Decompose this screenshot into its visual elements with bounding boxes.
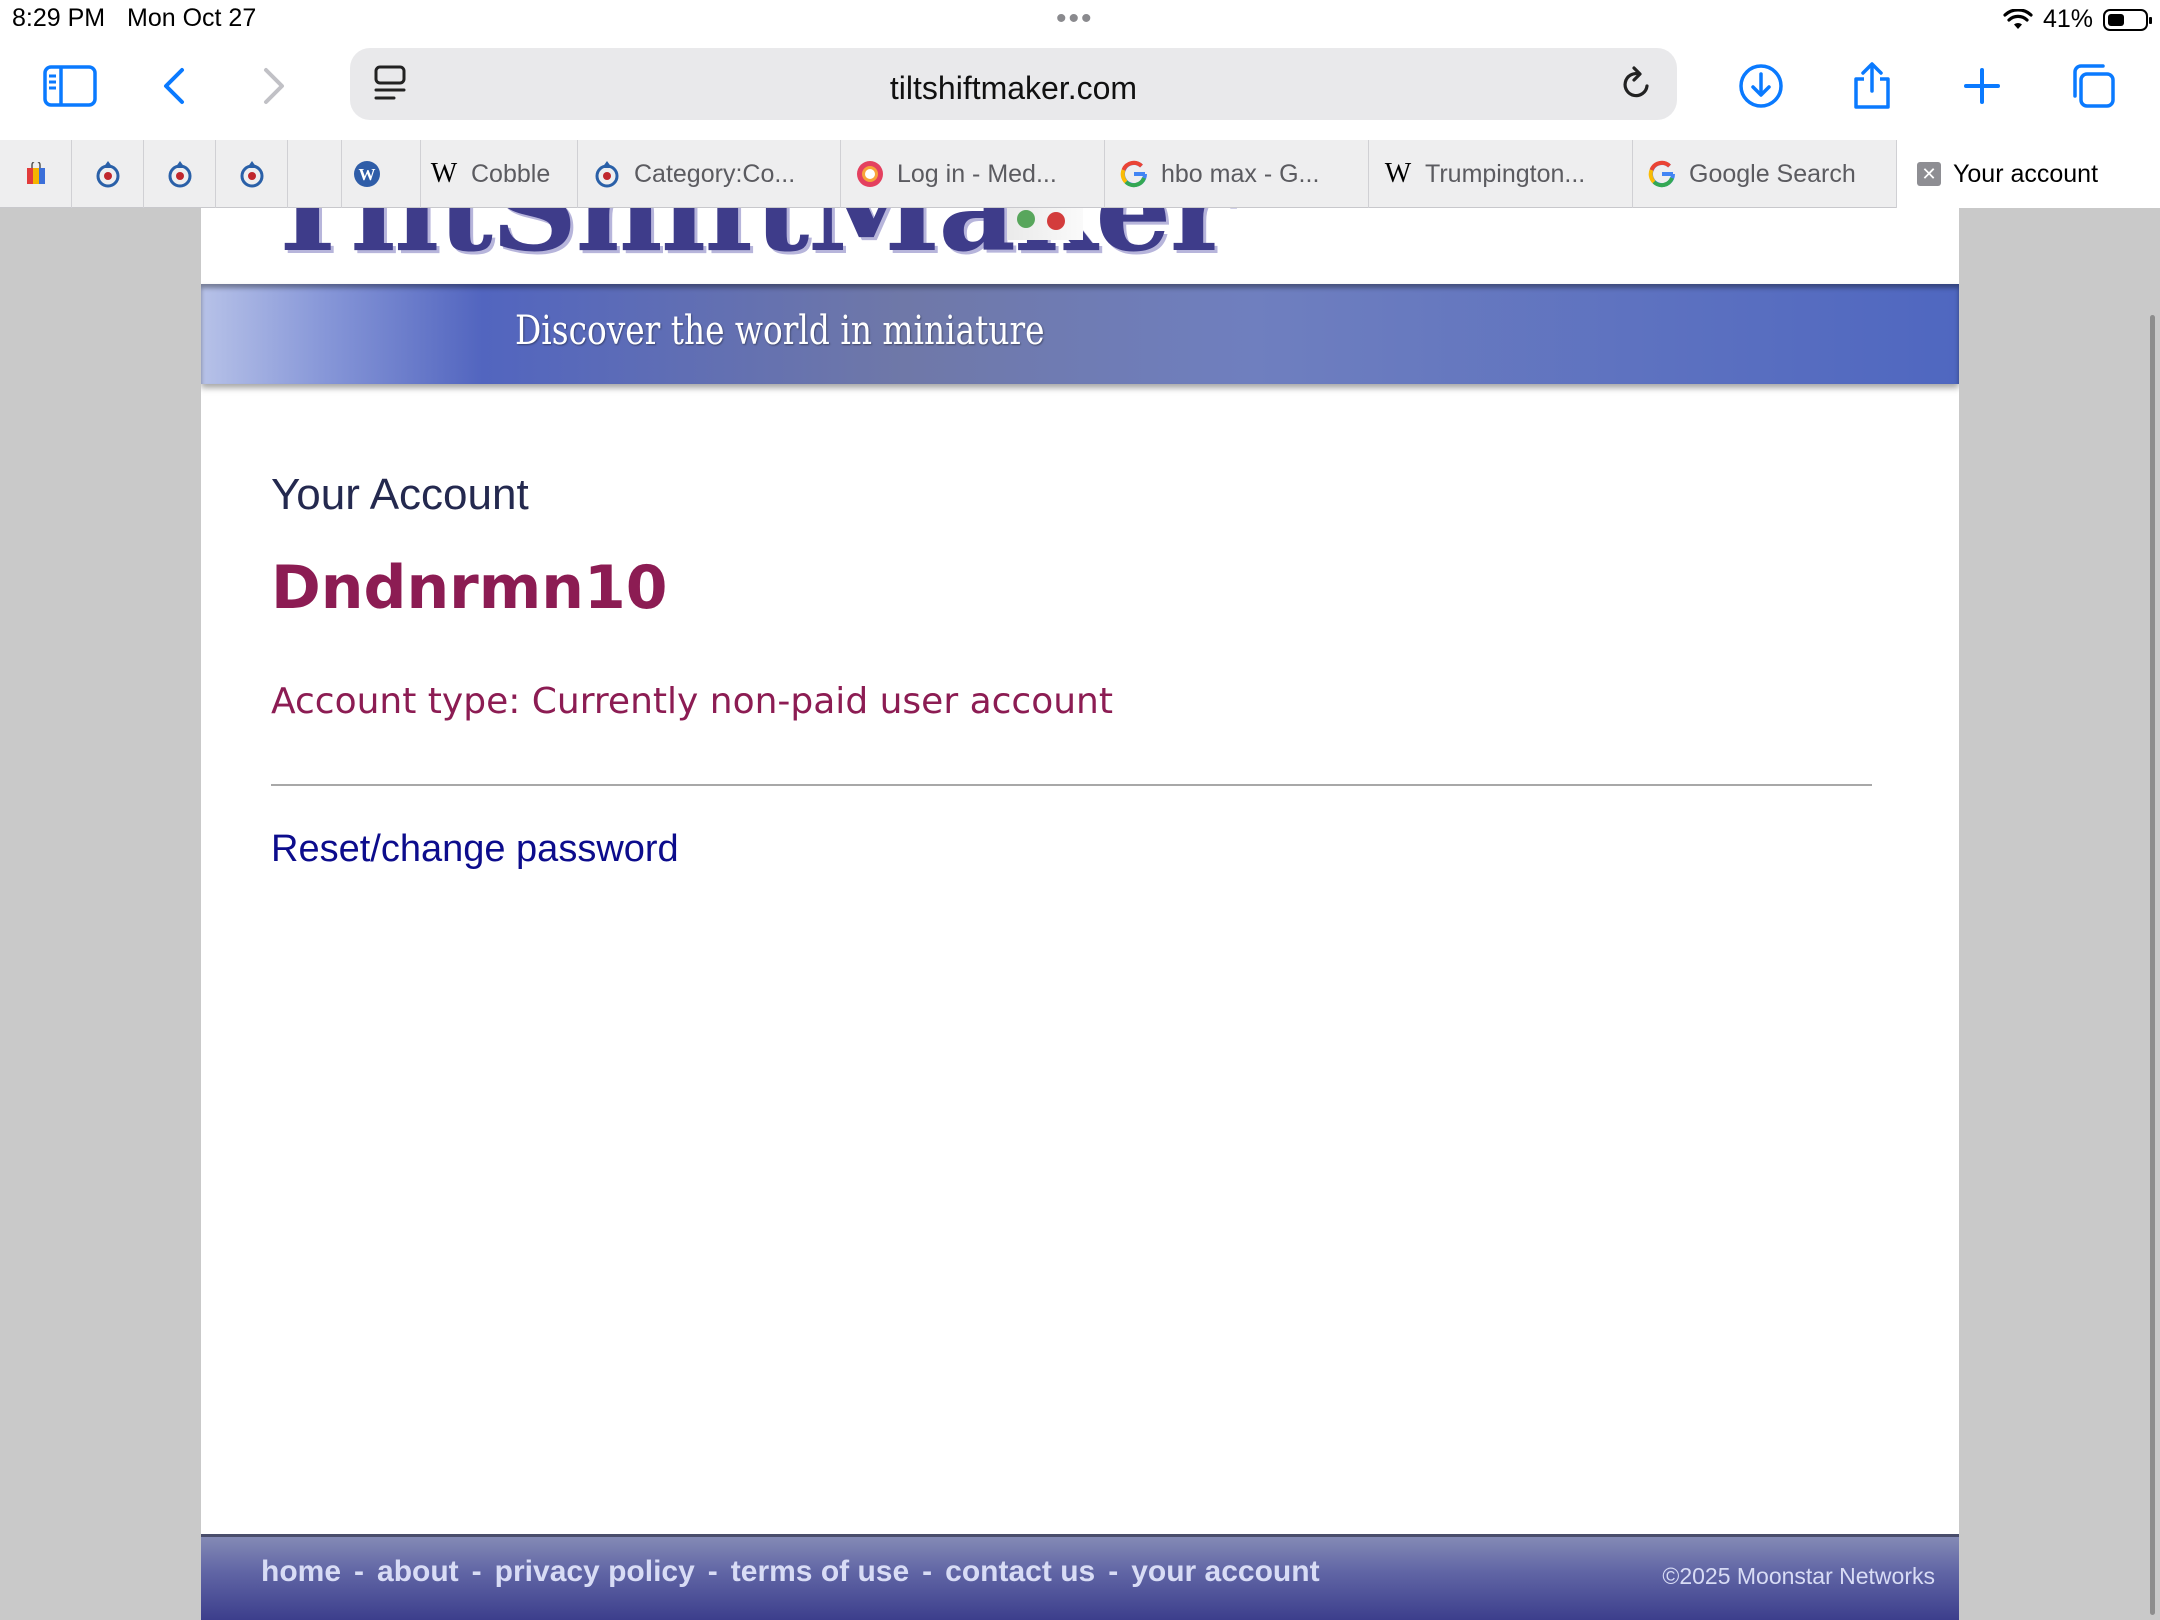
site-footer: home - about - privacy policy - terms of…: [201, 1534, 1959, 1620]
pinned-tab[interactable]: [216, 140, 288, 208]
back-button[interactable]: [142, 54, 206, 118]
account-type: Account type: Currently non-paid user ac…: [271, 681, 1113, 722]
svg-text:W: W: [359, 165, 376, 184]
copyright: ©2025 Moonstar Networks: [1662, 1563, 1935, 1589]
footer-link-your-account[interactable]: your account: [1131, 1555, 1319, 1589]
footer-link-privacy-policy[interactable]: privacy policy: [495, 1555, 695, 1589]
google-icon: [1647, 159, 1677, 189]
wikipedia-icon: W: [430, 158, 458, 189]
page-content: TiltShiftMaker Discover the world in min…: [201, 208, 1959, 1620]
tagline-banner: Discover the world in miniature: [201, 284, 1959, 384]
page-title: Your Account: [271, 470, 529, 519]
medium-icon: [855, 159, 885, 189]
footer-link-about[interactable]: about: [377, 1555, 459, 1589]
status-time: 8:29 PM: [12, 4, 106, 32]
status-date: Mon Oct 27: [127, 4, 257, 32]
divider: [271, 784, 1872, 786]
new-tab-icon[interactable]: [1950, 54, 2014, 118]
tab-bar: W W Cobble Category:Co... Log in - Med..…: [0, 140, 2160, 208]
wikimedia-commons-icon: [592, 159, 622, 189]
shopping-bag-icon: [26, 162, 45, 184]
tab-label: Category:Co...: [634, 159, 796, 188]
status-indicators: 41%: [2003, 5, 2152, 34]
wifi-icon: [2003, 8, 2033, 29]
downloads-icon[interactable]: [1729, 54, 1793, 118]
pinned-tab[interactable]: [72, 140, 144, 208]
forward-button[interactable]: [242, 54, 306, 118]
tab-label: hbo max - G...: [1161, 159, 1320, 188]
footer-link-home[interactable]: home: [261, 1555, 341, 1589]
wikimedia-commons-icon: [240, 161, 263, 188]
wordpress-icon: W: [354, 161, 380, 187]
footer-separator: -: [922, 1555, 933, 1588]
share-icon[interactable]: [1840, 54, 1904, 118]
reload-icon[interactable]: [1619, 64, 1655, 104]
browser-toolbar: tiltshiftmaker.com: [0, 40, 2160, 140]
tab-label: Trumpington...: [1425, 159, 1586, 188]
footer-link-terms-of-use[interactable]: terms of use: [731, 1555, 909, 1589]
pinned-tab[interactable]: W: [342, 140, 392, 208]
chevron-left-icon: [164, 68, 184, 104]
tab-trumpington[interactable]: W Trumpington...: [1369, 140, 1633, 208]
tab-cobble[interactable]: W Cobble: [420, 140, 578, 208]
tab-overview-icon[interactable]: [2061, 54, 2125, 118]
site-header: TiltShiftMaker: [201, 208, 1959, 284]
wikimedia-commons-icon: [168, 161, 191, 188]
tab-label: Log in - Med...: [897, 159, 1057, 188]
address-bar[interactable]: tiltshiftmaker.com: [350, 48, 1677, 120]
reset-password-link[interactable]: Reset/change password: [271, 828, 679, 871]
tab-your-account[interactable]: ✕ Your account: [1897, 140, 2160, 208]
site-tagline: Discover the world in miniature: [515, 308, 1045, 354]
footer-separator: -: [354, 1555, 365, 1588]
multitasking-dots-icon[interactable]: •••: [1056, 4, 1094, 34]
page-margin: [1958, 208, 2160, 1620]
battery-icon: [2103, 8, 2152, 31]
site-logo[interactable]: TiltShiftMaker: [263, 208, 1233, 279]
tab-medium-login[interactable]: Log in - Med...: [841, 140, 1105, 208]
close-icon[interactable]: ✕: [1917, 162, 1941, 186]
chevron-right-icon: [264, 68, 284, 104]
pinned-tab[interactable]: [288, 140, 342, 208]
wikimedia-commons-icon: [96, 161, 119, 188]
url-text[interactable]: tiltshiftmaker.com: [350, 70, 1677, 107]
logo-image: [1007, 208, 1083, 240]
scrollbar[interactable]: [2150, 315, 2155, 1615]
footer-separator: -: [471, 1555, 482, 1588]
tab-google-search[interactable]: Google Search: [1633, 140, 1897, 208]
sidebar-toggle-icon[interactable]: [38, 54, 102, 118]
wikipedia-icon: W: [1384, 158, 1412, 189]
pinned-tab[interactable]: [0, 140, 72, 208]
username: Dndnrmn10: [271, 553, 668, 623]
battery-percent: 41%: [2042, 5, 2093, 33]
footer-separator: -: [1108, 1555, 1119, 1588]
google-icon: [1119, 159, 1149, 189]
footer-nav: home - about - privacy policy - terms of…: [261, 1555, 1320, 1589]
tab-label: Google Search: [1689, 159, 1856, 188]
tab-label: Cobble: [471, 159, 551, 188]
tab-label: Your account: [1953, 159, 2099, 188]
pinned-tab[interactable]: [144, 140, 216, 208]
tab-category[interactable]: Category:Co...: [578, 140, 841, 208]
footer-link-contact-us[interactable]: contact us: [945, 1555, 1095, 1589]
status-bar: 8:29 PM Mon Oct 27 ••• 41%: [0, 0, 2160, 40]
tab-hbo-max[interactable]: hbo max - G...: [1105, 140, 1369, 208]
footer-separator: -: [707, 1555, 718, 1588]
